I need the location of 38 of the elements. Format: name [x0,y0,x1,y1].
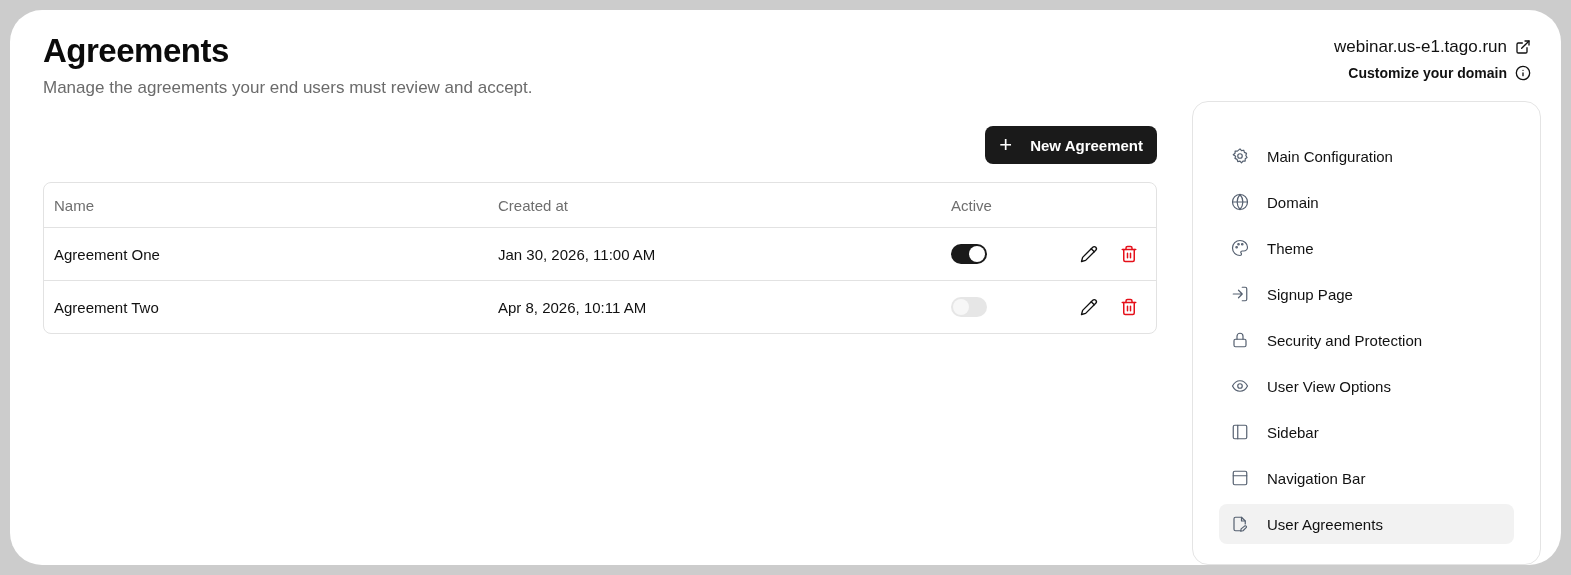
eye-icon [1231,377,1249,395]
pencil-icon[interactable] [1080,245,1098,263]
external-link-icon[interactable] [1515,39,1531,55]
column-header: Name [54,196,95,214]
menu-item[interactable]: Domain [1219,182,1514,222]
table-cell-text: Apr 8, 2026, 10:11 AM [498,298,648,316]
menu-item[interactable]: Sidebar [1219,412,1514,452]
toggle-switch[interactable] [951,244,987,264]
customize-domain-link[interactable]: Customize your domain [1348,65,1507,81]
domain-link[interactable]: webinar.us-e1.tago.run [1334,37,1507,57]
column-header: Active [951,196,993,214]
menu-item[interactable]: User View Options [1219,366,1514,406]
document-pen-icon [1231,515,1249,533]
info-icon[interactable] [1515,65,1531,81]
menu-item[interactable]: User Agreements [1219,504,1514,544]
page-subtitle: Manage the agreements your end users must review and accept. [43,78,534,98]
menu-item[interactable]: Main Configuration [1219,136,1514,176]
menu-item[interactable]: Security and Protection [1219,320,1514,360]
window-icon [1231,469,1249,487]
gear-icon [1231,147,1249,165]
toggle-switch[interactable] [951,297,987,317]
menu-item[interactable]: Theme [1219,228,1514,268]
new-agreement-button[interactable]: + New Agreement [985,126,1157,164]
sign-in-icon [1231,285,1249,303]
column-header: Created at [498,196,570,214]
menu-item[interactable]: Signup Page [1219,274,1514,314]
menu-item[interactable]: Navigation Bar [1219,458,1514,498]
trash-icon[interactable] [1120,245,1138,263]
table-cell-text: Jan 30, 2026, 11:00 AM [498,245,657,263]
sidebar-icon [1231,423,1249,441]
table-cell-text: Agreement Two [54,298,160,316]
palette-icon [1231,239,1249,257]
lock-icon [1231,331,1249,349]
table-cell-text: Agreement One [54,245,161,263]
trash-icon[interactable] [1120,298,1138,316]
page-title: Agreements [43,32,230,70]
pencil-icon[interactable] [1080,298,1098,316]
globe-icon [1231,193,1249,211]
